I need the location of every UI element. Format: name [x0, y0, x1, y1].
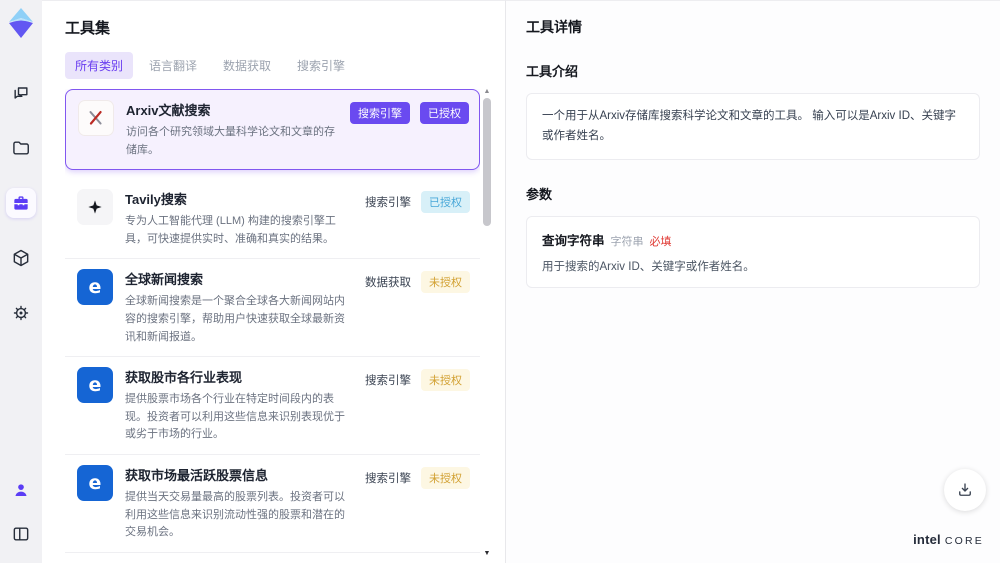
tool-row-tavily[interactable]: Tavily搜索 专为人工智能代理 (LLM) 构建的搜索引擎工具，可快速提供实…	[65, 179, 480, 260]
tab-search-engine[interactable]: 搜索引擎	[287, 52, 355, 79]
category-label: 搜索引擎	[365, 472, 411, 485]
tool-row-sector-performance[interactable]: e 获取股市各行业表现 提供股票市场各个行业在特定时间段内的表现。投资者可以利用…	[65, 357, 480, 455]
tool-row-arxiv[interactable]: Arxiv文献搜索 访问各个研究领域大量科学论文和文章的存储库。 搜索引擎 已授…	[65, 89, 480, 171]
scrollbar-thumb[interactable]	[483, 98, 491, 226]
tool-row-global-news[interactable]: e 全球新闻搜索 全球新闻搜索是一个聚合全球各大新闻网站内容的搜索引擎，帮助用户…	[65, 259, 480, 358]
tab-language-translation[interactable]: 语言翻译	[139, 52, 207, 79]
status-badge: 未授权	[421, 466, 470, 489]
download-button[interactable]	[944, 469, 986, 511]
user-icon[interactable]	[6, 475, 36, 505]
tool-name: 全球新闻搜索	[125, 272, 204, 288]
tool-row-active-stocks[interactable]: e 获取市场最活跃股票信息 提供当天交易量最高的股票列表。投资者可以利用这些信息…	[65, 454, 480, 553]
intro-heading: 工具介绍	[526, 64, 579, 79]
tool-list-panel: 工具集 所有类别 语言翻译 数据获取 搜索引擎 Arxiv文献搜索 访问各个研究…	[42, 0, 505, 563]
tool-name: 获取市场最活跃股票信息	[125, 467, 269, 483]
status-badge: 未授权	[421, 369, 470, 392]
rail-bottom	[6, 475, 36, 549]
category-label: 搜索引擎	[365, 197, 411, 210]
download-icon	[959, 483, 971, 496]
category-badge: 搜索引擎	[350, 102, 410, 124]
news-globe-icon: e	[77, 367, 113, 404]
category-label: 搜索引擎	[365, 375, 411, 388]
folder-icon[interactable]	[6, 133, 36, 163]
status-badge: 已授权	[421, 191, 470, 214]
params-heading: 参数	[526, 187, 553, 203]
brand-intel-text: intel	[913, 532, 941, 547]
tool-name: Tavily搜索	[125, 192, 187, 208]
toolbox-icon[interactable]	[6, 188, 36, 218]
intel-core-logo: intel CORE	[913, 532, 984, 547]
intro-text: 一个用于从Arxiv存储库搜索科学论文和文章的工具。 输入可以是Arxiv ID…	[542, 110, 956, 142]
sparkle-icon	[77, 189, 113, 226]
news-globe-icon: e	[77, 269, 113, 306]
tool-name: 获取股市各行业表现	[125, 370, 243, 386]
tool-description: 全球新闻搜索是一个聚合全球各大新闻网站内容的搜索引擎，帮助用户快速获取全球最新资…	[125, 295, 345, 343]
tool-description: 访问各个研究领域大量科学论文和文章的存储库。	[126, 126, 335, 156]
tool-description: 专为人工智能代理 (LLM) 构建的搜索引擎工具，可快速提供实时、准确和真实的结…	[125, 215, 336, 245]
chat-icon[interactable]	[6, 78, 36, 108]
list-scrollbar[interactable]: ▲ ▼	[482, 87, 492, 559]
settings-icon[interactable]	[6, 298, 36, 328]
tool-list: Arxiv文献搜索 访问各个研究领域大量科学论文和文章的存储库。 搜索引擎 已授…	[65, 89, 480, 563]
brand-core-text: CORE	[944, 535, 984, 547]
page-title: 工具集	[65, 20, 111, 37]
news-globe-icon: e	[77, 464, 113, 501]
detail-title: 工具详情	[526, 19, 582, 35]
param-description: 用于搜索的Arxiv ID、关键字或作者姓名。	[542, 261, 755, 274]
category-label: 数据获取	[365, 277, 411, 290]
status-badge: 未授权	[421, 271, 470, 294]
app-logo-icon	[6, 6, 36, 40]
category-tabs: 所有类别 语言翻译 数据获取 搜索引擎	[65, 52, 480, 79]
scroll-up-icon[interactable]: ▲	[482, 87, 492, 97]
scroll-down-icon[interactable]: ▼	[482, 549, 492, 559]
cube-icon[interactable]	[6, 243, 36, 273]
rail-nav	[6, 78, 36, 328]
tab-all-categories[interactable]: 所有类别	[65, 52, 134, 79]
param-type: 字符串	[610, 236, 644, 249]
tool-description: 提供当天交易量最高的股票列表。投资者可以利用这些信息来识别流动性强的股票和潜在的…	[125, 490, 345, 539]
intro-box: 一个用于从Arxiv存储库搜索科学论文和文章的工具。 输入可以是Arxiv ID…	[526, 93, 980, 161]
app-window: 工具集 所有类别 语言翻译 数据获取 搜索引擎 Arxiv文献搜索 访问各个研究…	[0, 0, 1000, 563]
status-badge: 已授权	[420, 102, 469, 124]
param-required-flag: 必填	[649, 236, 672, 249]
tool-detail-panel: 工具详情 工具介绍 一个用于从Arxiv存储库搜索科学论文和文章的工具。 输入可…	[505, 0, 1000, 563]
tool-description: 提供股票市场各个行业在特定时间段内的表现。投资者可以利用这些信息来识别表现优于或…	[125, 393, 345, 441]
tool-name: Arxiv文献搜索	[126, 103, 211, 118]
icon-rail	[0, 0, 42, 563]
tool-row-regional-news[interactable]: 万维地区新闻查询 查询具体行政区划内的新闻，快速了解各地新闻动 搜索引擎 未授权	[65, 552, 480, 563]
tab-data-fetching[interactable]: 数据获取	[213, 52, 281, 79]
param-name: 查询字符串	[542, 234, 605, 249]
arxiv-logo-icon	[78, 100, 114, 136]
param-box: 查询字符串 字符串 必填 用于搜索的Arxiv ID、关键字或作者姓名。	[526, 216, 980, 289]
panel-icon[interactable]	[6, 519, 36, 549]
